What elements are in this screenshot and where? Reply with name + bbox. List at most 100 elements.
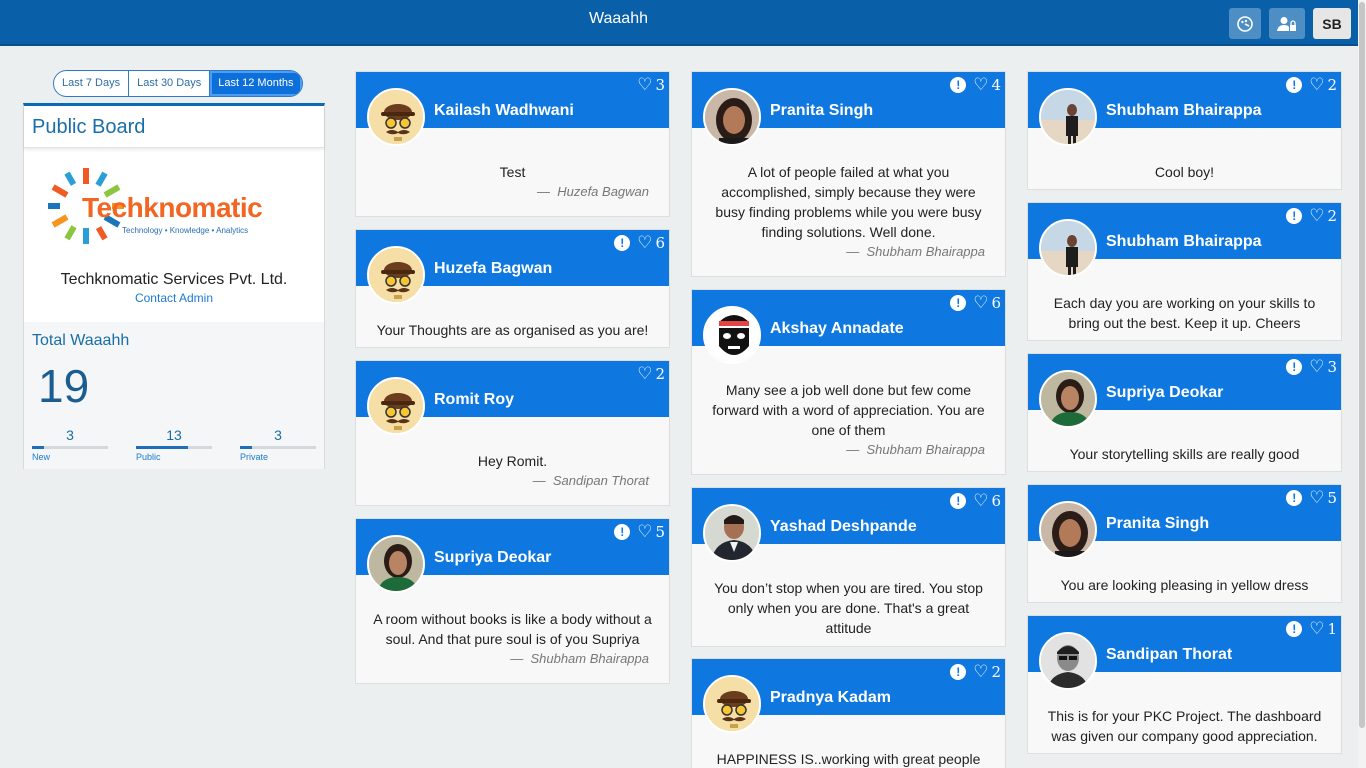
heart-icon[interactable]: ♡ xyxy=(973,664,988,681)
sender-attribution: — Shubham Bhairappa xyxy=(846,244,985,259)
appreciation-card[interactable]: ♡ 3 Kailash Wadhwani Test — Huzefa Bagwan xyxy=(355,71,670,217)
stat-public: 13 Public xyxy=(136,427,212,462)
report-icon[interactable]: ! xyxy=(614,524,631,540)
report-icon[interactable]: ! xyxy=(950,295,967,311)
report-icon[interactable]: ! xyxy=(1286,621,1303,637)
heart-icon[interactable]: ♡ xyxy=(1309,208,1324,225)
like-count: 3 xyxy=(655,76,665,94)
heart-icon[interactable]: ♡ xyxy=(1309,621,1324,638)
appreciation-card[interactable]: ! ♡ 6 Huzefa Bagwan Your Thoughts are as org… xyxy=(355,229,670,348)
sender-attribution: — Shubham Bhairappa xyxy=(846,442,985,457)
appreciation-card[interactable]: ! ♡ 1 Sandipan Thorat This is for your PKC P… xyxy=(1027,615,1342,754)
user-avatar-button[interactable]: SB xyxy=(1313,8,1351,39)
top-bar: Waaahh SB xyxy=(0,0,1366,46)
recipient-avatar[interactable] xyxy=(703,675,761,733)
date-range-toggle: Last 7 Days Last 30 Days Last 12 Months xyxy=(53,70,303,97)
report-icon[interactable]: ! xyxy=(1286,359,1303,375)
scrollbar-thumb[interactable] xyxy=(1359,2,1365,728)
recipient-avatar[interactable] xyxy=(1039,219,1097,277)
heart-icon[interactable]: ♡ xyxy=(637,77,652,94)
report-icon[interactable]: ! xyxy=(1286,208,1303,224)
heart-icon[interactable]: ♡ xyxy=(1309,490,1324,507)
report-icon[interactable]: ! xyxy=(950,664,967,680)
card-header: ! ♡ 3 Supriya Deokar xyxy=(1028,354,1341,428)
dashboard-button[interactable] xyxy=(1229,8,1261,39)
report-icon[interactable]: ! xyxy=(950,493,967,509)
stat-value: 13 xyxy=(166,427,182,443)
like-count: 2 xyxy=(655,365,665,383)
appreciation-card[interactable]: ! ♡ 6 Yashad Deshpande You don’t stop when y… xyxy=(691,487,1006,647)
appreciation-card[interactable]: ♡ 2 Romit Roy Hey Romit. — Sandipan Thorat xyxy=(355,360,670,506)
appreciation-card[interactable]: ! ♡ 2 Shubham Bhairappa Each day you are wor… xyxy=(1027,202,1342,341)
recipient-avatar[interactable] xyxy=(367,246,425,304)
recipient-name[interactable]: Sandipan Thorat xyxy=(1106,646,1232,664)
appreciation-card[interactable]: ! ♡ 4 Pranita Singh A lot of people failed a… xyxy=(691,71,1006,277)
recipient-name[interactable]: Romit Roy xyxy=(434,391,514,409)
appreciation-card[interactable]: ! ♡ 5 Supriya Deokar A room without books is… xyxy=(355,518,670,684)
recipient-avatar[interactable] xyxy=(703,88,761,146)
heart-icon[interactable]: ♡ xyxy=(637,366,652,383)
like-count: 6 xyxy=(991,294,1001,312)
recipient-avatar[interactable] xyxy=(367,535,425,593)
recipient-name[interactable]: Akshay Annadate xyxy=(770,320,904,338)
report-icon[interactable]: ! xyxy=(614,235,631,251)
stat-bar xyxy=(136,446,212,449)
range-last-7-days[interactable]: Last 7 Days xyxy=(54,71,130,96)
heart-icon[interactable]: ♡ xyxy=(973,77,988,94)
recipient-avatar[interactable] xyxy=(367,88,425,146)
recipient-name[interactable]: Pradnya Kadam xyxy=(770,689,891,707)
card-body: A lot of people failed at what you accom… xyxy=(692,128,1005,274)
recipient-name[interactable]: Pranita Singh xyxy=(1106,515,1209,533)
heart-icon[interactable]: ♡ xyxy=(973,493,988,510)
recipient-avatar[interactable] xyxy=(1039,88,1097,146)
recipient-name[interactable]: Yashad Deshpande xyxy=(770,518,917,536)
heart-icon[interactable]: ♡ xyxy=(973,295,988,312)
recipient-avatar[interactable] xyxy=(367,377,425,435)
appreciation-message: Your storytelling skills are really good xyxy=(1069,446,1300,462)
board-panel: Public Board Techknomatic Technology • K… xyxy=(23,103,325,469)
appreciation-message: Many see a job well done but few come fo… xyxy=(712,382,985,438)
card-actions: ! ♡ 6 xyxy=(614,234,665,252)
recipient-name[interactable]: Huzefa Bagwan xyxy=(434,260,552,278)
logo-text: Techknomatic xyxy=(82,192,263,223)
range-last-30-days[interactable]: Last 30 Days xyxy=(129,71,211,96)
recipient-avatar[interactable] xyxy=(1039,501,1097,559)
appreciation-card[interactable]: ! ♡ 2 Pradnya Kadam HAPPINESS IS..working wi… xyxy=(691,658,1006,768)
recipient-avatar[interactable] xyxy=(1039,632,1097,690)
recipient-name[interactable]: Supriya Deokar xyxy=(434,549,551,567)
card-actions: ! ♡ 5 xyxy=(1286,489,1337,507)
appreciation-card[interactable]: ! ♡ 6 Akshay Annadate Many see a job well do… xyxy=(691,289,1006,475)
heart-icon[interactable]: ♡ xyxy=(1309,77,1324,94)
like-count: 2 xyxy=(1327,207,1337,225)
recipient-name[interactable]: Pranita Singh xyxy=(770,102,873,120)
appreciation-message: You don’t stop when you are tired. You s… xyxy=(714,580,983,636)
heart-icon[interactable]: ♡ xyxy=(637,524,652,541)
recipient-avatar[interactable] xyxy=(703,504,761,562)
appreciation-card[interactable]: ! ♡ 2 Shubham Bhairappa Cool boy! xyxy=(1027,71,1342,190)
heart-icon[interactable]: ♡ xyxy=(1309,359,1324,376)
contact-admin-link[interactable]: Contact Admin xyxy=(24,291,324,305)
users-button[interactable] xyxy=(1269,8,1305,39)
recipient-name[interactable]: Supriya Deokar xyxy=(1106,384,1223,402)
report-icon[interactable]: ! xyxy=(950,77,967,93)
heart-icon[interactable]: ♡ xyxy=(637,235,652,252)
card-actions: ! ♡ 2 xyxy=(950,663,1001,681)
scrollbar[interactable] xyxy=(1358,0,1366,768)
appreciation-message: A room without books is like a body with… xyxy=(373,611,652,647)
logo-tagline: Technology • Knowledge • Analytics xyxy=(122,226,249,235)
recipient-avatar[interactable] xyxy=(1039,370,1097,428)
recipient-avatar[interactable] xyxy=(703,306,761,364)
recipient-name[interactable]: Shubham Bhairappa xyxy=(1106,233,1262,251)
appreciation-card[interactable]: ! ♡ 3 Supriya Deokar Your storytelling skill… xyxy=(1027,353,1342,472)
recipient-name[interactable]: Kailash Wadhwani xyxy=(434,102,574,120)
card-header: ! ♡ 6 Akshay Annadate xyxy=(692,290,1005,364)
appreciation-card[interactable]: ! ♡ 5 Pranita Singh You are looking pleasing… xyxy=(1027,484,1342,603)
sender-name: Shubham Bhairappa xyxy=(530,651,649,666)
stat-bar-fill xyxy=(32,446,45,449)
report-icon[interactable]: ! xyxy=(1286,77,1303,93)
range-last-12-months[interactable]: Last 12 Months xyxy=(210,71,302,96)
recipient-name[interactable]: Shubham Bhairappa xyxy=(1106,102,1262,120)
total-summary: Total Waaahh 19 3 New 13 Public 3 Privat… xyxy=(24,322,324,469)
report-icon[interactable]: ! xyxy=(1286,490,1303,506)
company-name: Techknomatic Services Pvt. Ltd. xyxy=(60,271,288,288)
